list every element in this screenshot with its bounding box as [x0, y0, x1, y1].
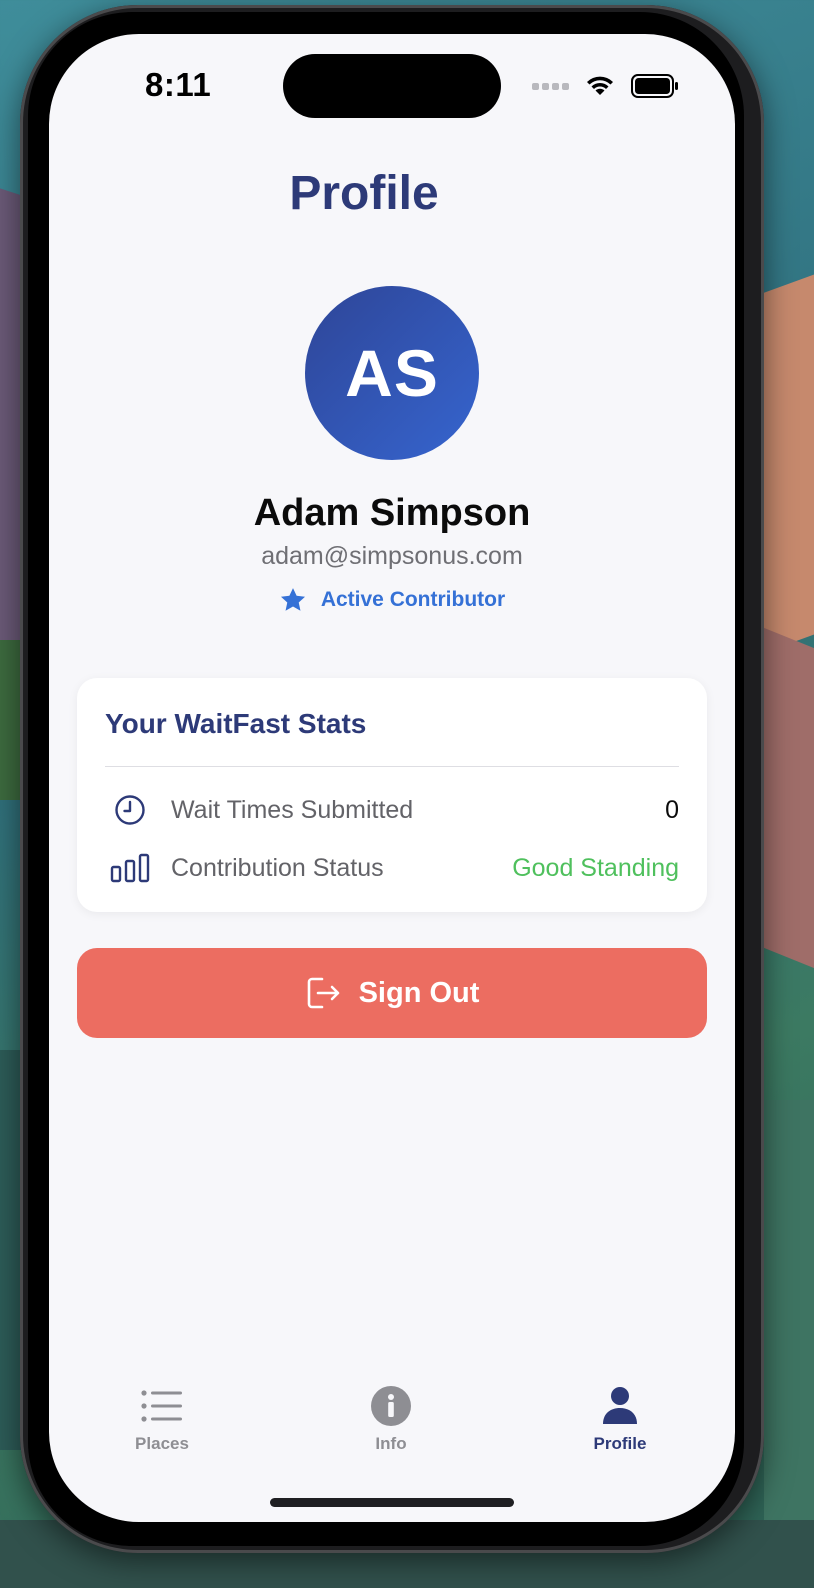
status-indicators: [532, 74, 679, 98]
stat-row-wait-times: Wait Times Submitted 0: [105, 790, 679, 830]
wallpaper-shape: [764, 1100, 814, 1520]
divider: [105, 766, 679, 767]
stats-card: Your WaitFast Stats Wait Times Submitted…: [77, 678, 707, 912]
contributor-badge: Active Contributor: [49, 586, 735, 614]
list-icon: [140, 1384, 184, 1428]
sign-out-icon: [307, 977, 339, 1009]
person-icon: [601, 1384, 639, 1428]
avatar-initials: AS: [345, 336, 439, 410]
battery-icon: [631, 74, 678, 98]
tab-places[interactable]: Places: [87, 1384, 237, 1454]
stat-value: 0: [665, 795, 679, 824]
bar-chart-icon: [105, 853, 155, 883]
stat-value: Good Standing: [512, 853, 679, 882]
clock-icon: [105, 794, 155, 826]
sign-out-label: Sign Out: [358, 976, 480, 1009]
page-title: Profile: [289, 167, 439, 220]
cellular-signal-icon: [532, 82, 569, 90]
home-indicator[interactable]: [270, 1498, 514, 1507]
tab-info[interactable]: Info: [316, 1384, 466, 1454]
wallpaper-shape: [764, 267, 814, 653]
tab-profile[interactable]: Profile: [545, 1384, 695, 1454]
tab-label: Profile: [593, 1434, 647, 1453]
stat-label: Contribution Status: [171, 853, 384, 882]
wallpaper-shape: [764, 627, 814, 973]
user-name: Adam Simpson: [253, 492, 531, 534]
user-email: adam@simpsonus.com: [261, 542, 523, 570]
badge-label: Active Contributor: [320, 588, 506, 611]
status-time: 8:11: [145, 66, 212, 103]
stats-title: Your WaitFast Stats: [105, 708, 367, 739]
stat-row-contribution-status: Contribution Status Good Standing: [105, 848, 679, 888]
avatar: AS: [305, 286, 479, 460]
info-icon: [370, 1384, 412, 1428]
tab-label: Places: [135, 1434, 189, 1453]
dynamic-island: [283, 54, 501, 118]
stat-label: Wait Times Submitted: [171, 795, 414, 824]
sign-out-button[interactable]: Sign Out: [77, 948, 707, 1038]
wifi-icon: [587, 76, 613, 95]
star-icon: [280, 588, 305, 611]
app-screen: 8:11 Profile AS Adam Simpson adam@simpso…: [49, 34, 735, 1522]
tab-label: Info: [375, 1434, 407, 1453]
